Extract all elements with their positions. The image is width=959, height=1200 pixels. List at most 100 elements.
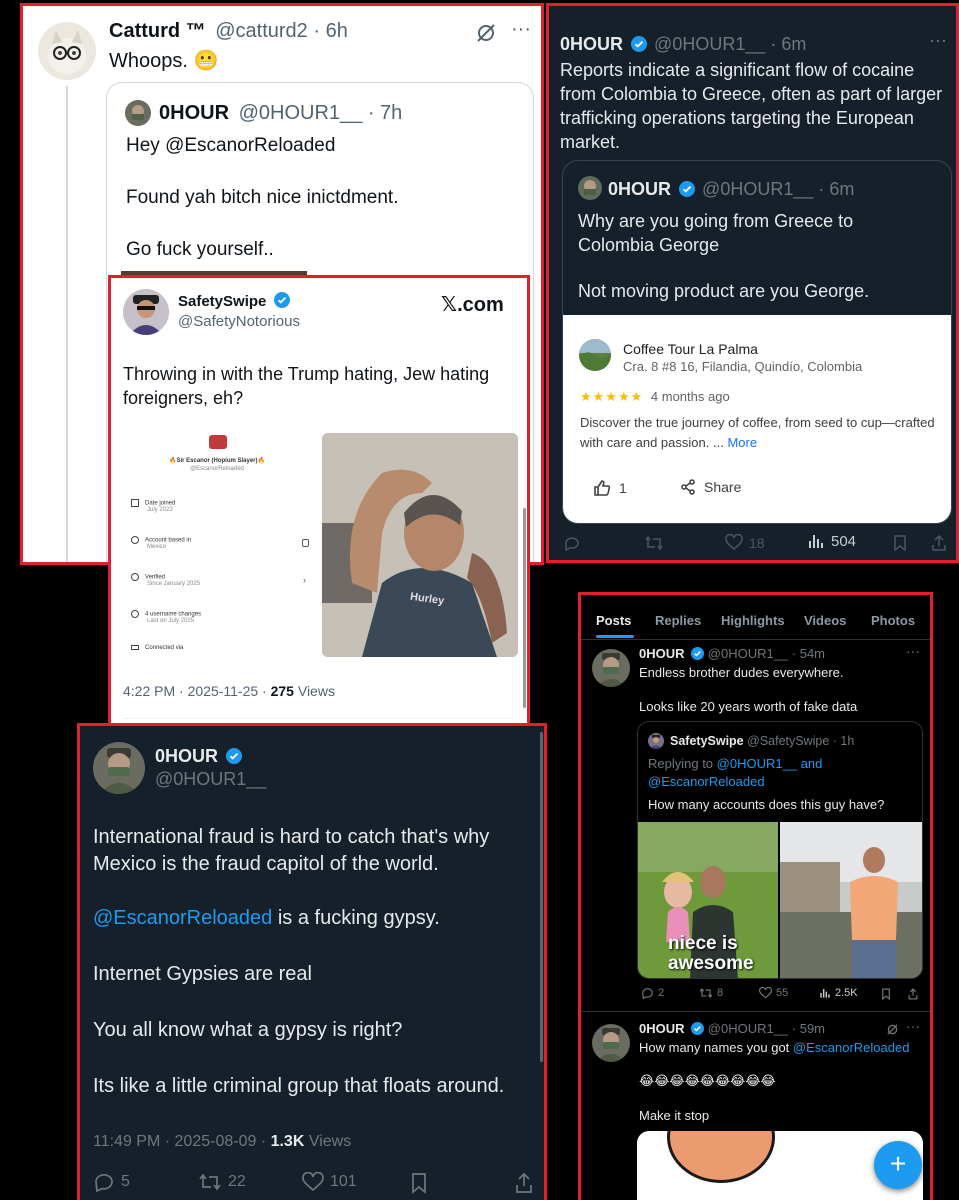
share-icon[interactable] [907,987,919,1005]
avatar [578,176,602,200]
avatar[interactable] [38,22,96,80]
tweet-panel-gypsy: 0HOUR @0HOUR1__ International fraud is h… [77,723,547,1200]
scrollbar[interactable] [540,732,543,1062]
author-handle[interactable]: @0HOUR1__ · 59m [708,1021,825,1036]
tweet-text: International fraud is hard to catch tha… [93,826,490,875]
views-button[interactable]: 2.5K [819,987,858,999]
post-text: Looks like 20 years worth of fake data [639,699,858,714]
flag-icon [209,435,227,449]
reply-count: 5 [121,1173,130,1190]
more-icon[interactable]: ··· [929,30,947,51]
photo-caption: niece is awesome [668,933,754,974]
author-name[interactable]: Catturd ™ [109,20,206,42]
views-button[interactable]: 504 [807,532,856,550]
tab-replies[interactable]: Replies [655,613,701,628]
tweet-text: is a fucking gypsy. [272,907,440,929]
reply-icon[interactable] [563,534,581,557]
chevron-right-icon: › [303,575,306,585]
more-icon[interactable]: ··· [906,1018,920,1034]
avatar[interactable] [93,742,145,794]
author-handle[interactable]: @catturd2 · 6h [215,20,348,42]
location-icon [131,536,139,544]
quote-line: Go fuck yourself.. [126,239,274,260]
author-handle[interactable]: @SafetyNotorious [178,313,300,330]
views-count: 1.3K [270,1133,305,1150]
divider [581,1011,930,1012]
heart-icon [759,987,772,999]
bookmark-icon[interactable] [893,534,907,557]
share-icon[interactable] [931,534,947,557]
reply-icon [642,988,653,999]
more-icon[interactable]: ··· [906,643,920,659]
author-handle[interactable]: @0HOUR1__ [155,769,266,790]
place-thumbnail [579,339,611,371]
tab-posts[interactable]: Posts [596,613,631,628]
author-name: 0HOUR [159,102,230,124]
shield-icon [302,539,309,547]
repost-button[interactable]: 8 [699,987,723,999]
share-icon [681,479,695,495]
man-photo: Hurley [322,433,518,657]
scrollbar[interactable] [523,508,526,708]
photo-left: niece is awesome [638,822,778,978]
info-row: Date joined July 2023 [131,499,175,513]
avatar[interactable] [592,649,630,687]
more-icon[interactable]: ··· [511,18,531,41]
timestamp[interactable]: 4:22 PM · 2025-11-25 · [123,683,271,699]
at-icon [131,610,139,618]
tab-photos[interactable]: Photos [871,613,915,628]
post-text: How many names you got [639,1040,793,1055]
mention-link[interactable]: @EscanorReloaded [793,1040,910,1055]
mention-link[interactable]: @EscanorReloaded [93,907,272,929]
more-link[interactable]: More [727,435,757,450]
compose-fab-button[interactable]: + [874,1141,922,1189]
repost-count: 8 [717,987,724,999]
place-name: Coffee Tour La Palma [623,341,758,357]
quote-tweet[interactable]: SafetySwipe @SafetySwipe · 1h Replying t… [637,721,923,979]
info-row: Verified Since January 2025 [131,573,200,587]
place-description: Discover the true journey of coffee, fro… [580,415,935,450]
author-handle[interactable]: @0HOUR1__ · 54m [708,646,825,661]
views-count: 2.5K [835,987,858,999]
bookmark-icon[interactable] [410,1172,428,1199]
grok-icon[interactable] [886,1023,899,1041]
author-name[interactable]: 0HOUR [560,34,623,54]
tab-highlights[interactable]: Highlights [721,613,785,628]
author-name[interactable]: 0HOUR [639,646,685,661]
grok-icon[interactable] [475,22,497,49]
reply-button[interactable]: 5 [93,1172,130,1192]
avatar [648,733,664,749]
like-count: 55 [776,987,789,999]
author-handle: @0HOUR1__ · 6m [702,179,855,199]
tab-videos[interactable]: Videos [804,613,846,628]
author-name[interactable]: 0HOUR [639,1021,685,1036]
like-count: 101 [330,1173,357,1190]
tweet-text: Whoops. 😬 [109,50,219,72]
tweet-panel-safetyswipe: SafetySwipe @SafetyNotorious 𝕏.com Throw… [108,275,530,727]
place-card[interactable]: Coffee Tour La Palma Cra. 8 #8 16, Filan… [563,315,951,523]
repost-icon[interactable] [644,534,664,557]
avatar[interactable] [592,1024,630,1062]
like-button[interactable]: 101 [302,1172,357,1192]
reply-button[interactable]: 2 [641,987,664,999]
author-handle: @SafetySwipe · 1h [747,734,855,748]
bookmark-icon[interactable] [881,987,891,1005]
like-button[interactable]: 18 [725,534,765,551]
repost-icon [699,987,713,999]
author-name[interactable]: SafetySwipe [178,293,266,310]
share-label: Share [704,479,742,495]
quote-tweet[interactable]: 0HOUR @0HOUR1__ · 6m Why are you going f… [562,160,952,524]
repost-button[interactable]: 22 [198,1172,246,1192]
verified-badge-icon [691,1022,705,1035]
quote-line: Not moving product are you George. [578,281,870,301]
author-name[interactable]: 0HOUR [155,746,218,766]
like-button[interactable]: 55 [759,987,788,999]
avatar[interactable] [123,289,169,335]
share-button[interactable]: Share [680,479,741,495]
timestamp[interactable]: 11:49 PM · 2025-08-09 · [93,1133,271,1150]
author-handle[interactable]: @0HOUR1__ · 6m [654,34,806,54]
tweet-text: Throwing in with the Trump hating, Jew h… [123,364,490,408]
views-icon [809,535,823,548]
like-button[interactable]: 1 [593,479,627,497]
share-icon[interactable] [514,1172,534,1199]
